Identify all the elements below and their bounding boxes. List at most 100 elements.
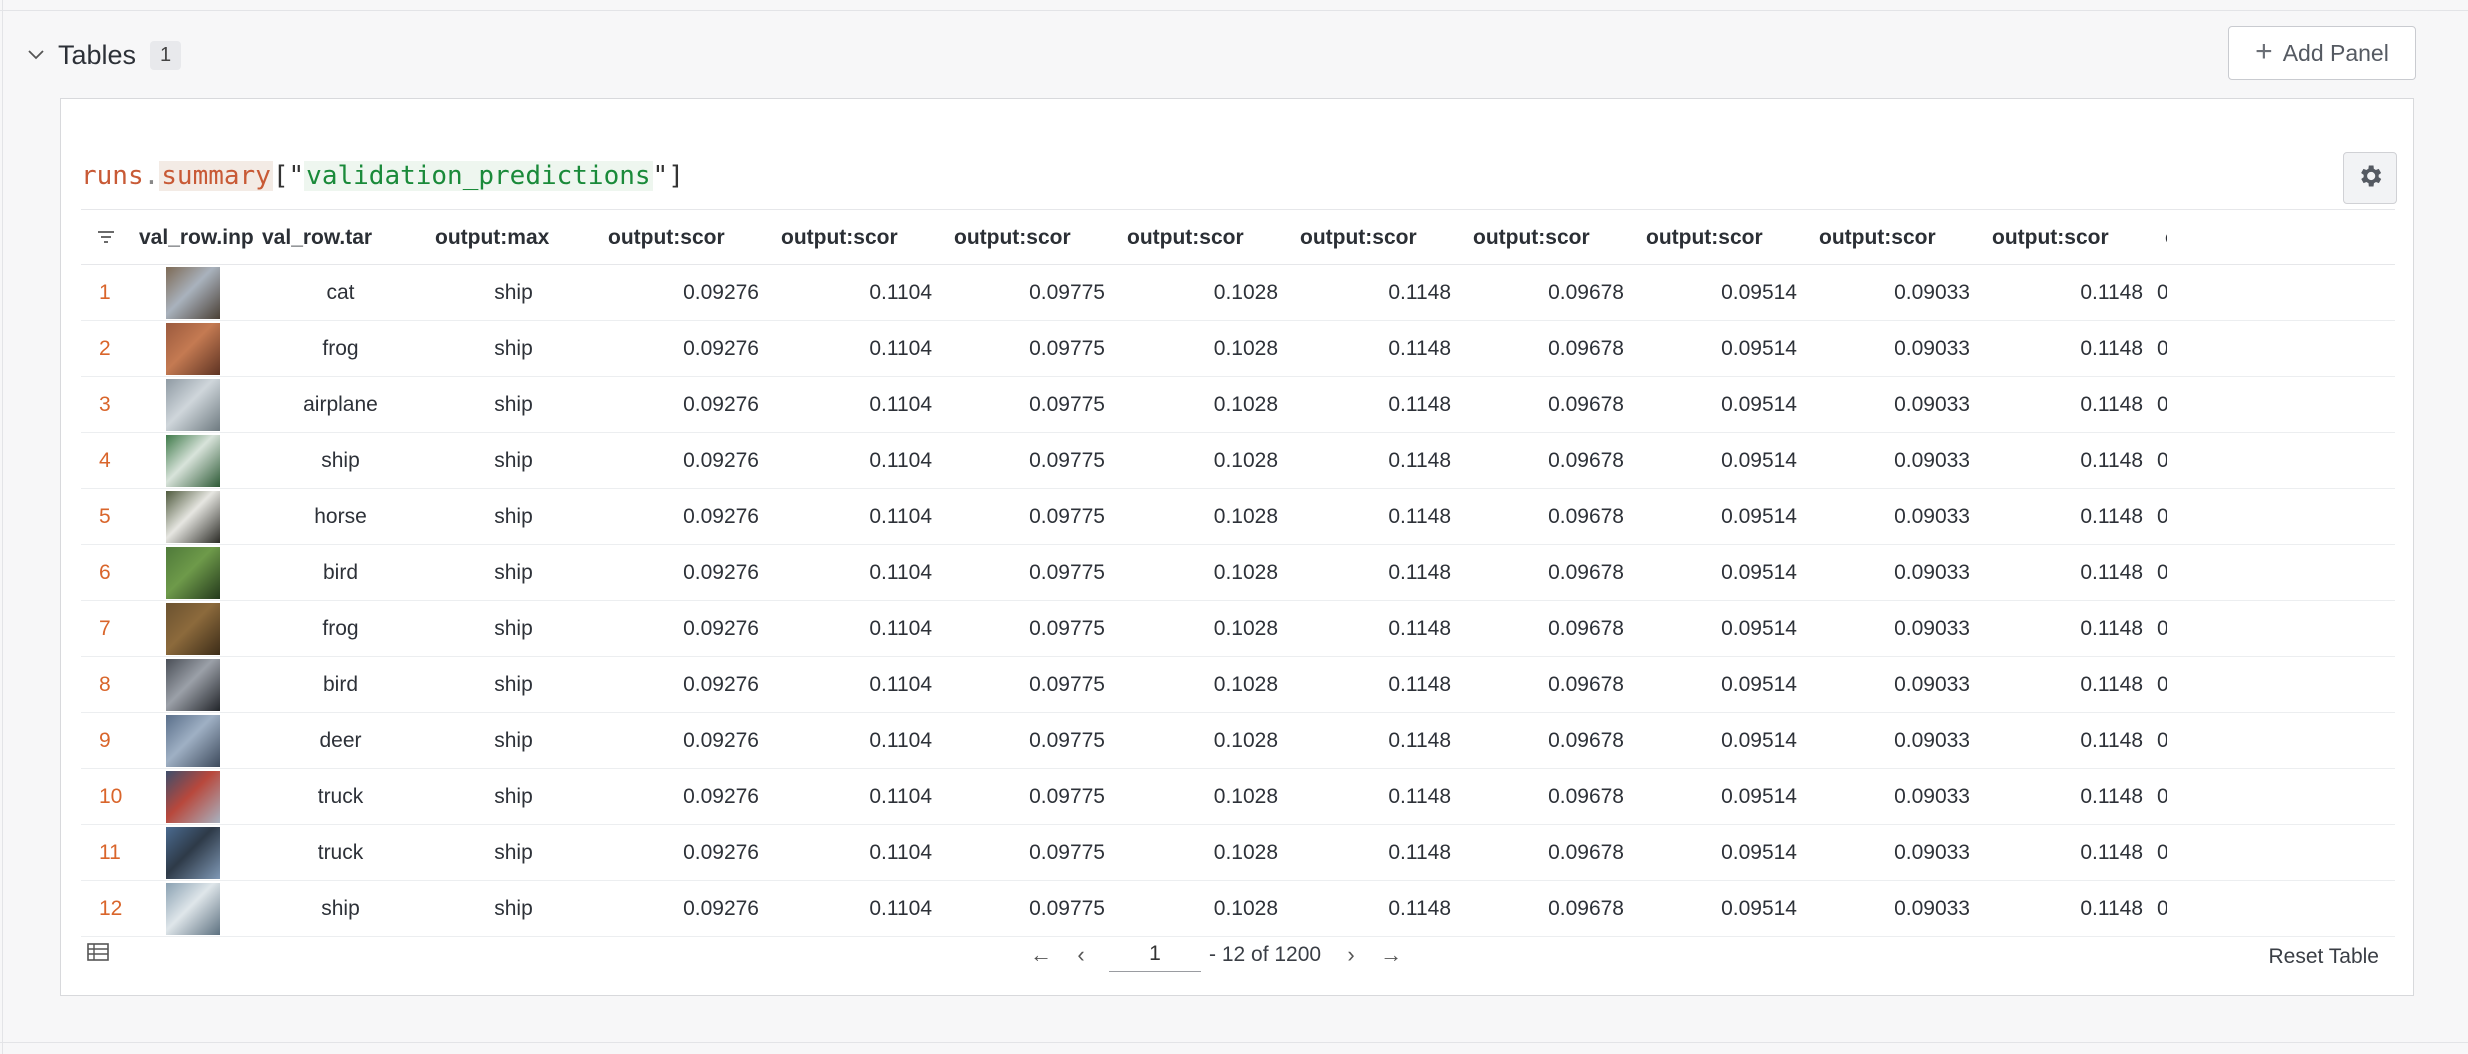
table-row[interactable]: 1 cat ship 0.09276 0.1104 0.09775 0.1028 0.1148… — [81, 264, 2395, 321]
input-image-cell[interactable] — [131, 544, 254, 601]
score-cell: 0.09514 — [1638, 768, 1811, 825]
table-row[interactable]: 4 ship ship 0.09276 0.1104 0.09775 0.1028 0.114… — [81, 432, 2395, 489]
column-header-target[interactable]: val_row.tar — [254, 211, 427, 265]
chevron-down-icon[interactable] — [28, 47, 44, 63]
row-index[interactable]: 2 — [81, 320, 131, 377]
column-header-score[interactable]: output:scor — [1465, 211, 1638, 265]
input-image-cell[interactable] — [131, 488, 254, 545]
score-cell: 0.09514 — [1638, 656, 1811, 713]
column-header-score[interactable]: output:scor — [1119, 211, 1292, 265]
column-header-score[interactable]: output:scor — [1292, 211, 1465, 265]
input-image-cell[interactable] — [131, 432, 254, 489]
prev-page-button[interactable]: ‹ — [1061, 942, 1101, 968]
input-image-cell[interactable] — [131, 824, 254, 881]
input-thumbnail[interactable] — [165, 490, 220, 543]
next-page-button[interactable]: › — [1331, 942, 1371, 968]
row-index[interactable]: 5 — [81, 488, 131, 545]
score-cell: 0.09033 — [1811, 432, 1984, 489]
row-index[interactable]: 4 — [81, 432, 131, 489]
sort-menu-button[interactable] — [81, 211, 131, 265]
row-index[interactable]: 6 — [81, 544, 131, 601]
row-index[interactable]: 7 — [81, 600, 131, 657]
reset-table-button[interactable]: Reset Table — [2268, 945, 2379, 969]
table-row[interactable]: 2 frog ship 0.09276 0.1104 0.09775 0.1028 0.114… — [81, 320, 2395, 377]
last-page-button[interactable]: → — [1371, 942, 1411, 968]
table-row[interactable]: 9 deer ship 0.09276 0.1104 0.09775 0.1028 0.114… — [81, 712, 2395, 769]
table-view-icon[interactable] — [87, 943, 109, 966]
table-row[interactable]: 6 bird ship 0.09276 0.1104 0.09775 0.1028 0.114… — [81, 544, 2395, 601]
table-row[interactable]: 7 frog ship 0.09276 0.1104 0.09775 0.1028 0.114… — [81, 600, 2395, 657]
column-header-score[interactable]: output:scor — [1811, 211, 1984, 265]
input-thumbnail[interactable] — [165, 826, 220, 879]
input-thumbnail[interactable] — [165, 658, 220, 711]
score-cell: 0.09775 — [946, 264, 1119, 321]
input-thumbnail[interactable] — [165, 434, 220, 487]
column-header-output-max[interactable]: output:max — [427, 211, 600, 265]
input-thumbnail[interactable] — [165, 322, 220, 375]
score-cell: 0.1148 — [1292, 600, 1465, 657]
score-cell: 0.09514 — [1638, 712, 1811, 769]
predicted-label: ship — [427, 600, 600, 657]
header-spacer — [2167, 211, 2395, 265]
column-header-score[interactable]: output:scor — [2157, 211, 2167, 265]
score-cell: 0.09514 — [1638, 320, 1811, 377]
table-row[interactable]: 3 airplane ship 0.09276 0.1104 0.09775 0.1028 0… — [81, 376, 2395, 433]
score-cell: 0.09678 — [1465, 824, 1638, 881]
target-label: ship — [254, 880, 427, 937]
tables-section-header[interactable]: Tables 1 — [28, 30, 182, 80]
row-index[interactable]: 11 — [81, 824, 131, 881]
input-thumbnail[interactable] — [165, 602, 220, 655]
column-header-score[interactable]: output:scor — [946, 211, 1119, 265]
input-thumbnail[interactable] — [165, 378, 220, 431]
column-header-score[interactable]: output:scor — [1638, 211, 1811, 265]
table-row[interactable]: 8 bird ship 0.09276 0.1104 0.09775 0.1028 0.114… — [81, 656, 2395, 713]
input-image-cell[interactable] — [131, 768, 254, 825]
row-index[interactable]: 8 — [81, 656, 131, 713]
input-image-cell[interactable] — [131, 712, 254, 769]
score-cell: 0.09033 — [1811, 488, 1984, 545]
score-cell: 0.08445 — [2157, 432, 2167, 489]
score-cell: 0.08445 — [2157, 544, 2167, 601]
input-thumbnail[interactable] — [165, 882, 220, 935]
row-index[interactable]: 12 — [81, 880, 131, 937]
row-index[interactable]: 10 — [81, 768, 131, 825]
input-image-cell[interactable] — [131, 320, 254, 377]
row-index[interactable]: 9 — [81, 712, 131, 769]
panel-settings-button[interactable] — [2343, 152, 2397, 204]
score-cell: 0.1148 — [1984, 768, 2157, 825]
input-thumbnail[interactable] — [165, 546, 220, 599]
score-cell: 0.1028 — [1119, 544, 1292, 601]
row-index[interactable]: 3 — [81, 376, 131, 433]
score-cell: 0.1148 — [1292, 376, 1465, 433]
table-row[interactable]: 12 ship ship 0.09276 0.1104 0.09775 0.1028 0.11… — [81, 880, 2395, 937]
table-row[interactable]: 5 horse ship 0.09276 0.1104 0.09775 0.1028 0.11… — [81, 488, 2395, 545]
table-row[interactable]: 11 truck ship 0.09276 0.1104 0.09775 0.1028 0.1… — [81, 824, 2395, 881]
column-header-score[interactable]: output:scor — [600, 211, 773, 265]
score-cell: 0.1104 — [773, 600, 946, 657]
column-header-score[interactable]: output:scor — [1984, 211, 2157, 265]
predicted-label: ship — [427, 264, 600, 321]
row-spacer — [2167, 264, 2395, 321]
input-thumbnail[interactable] — [165, 266, 220, 319]
input-thumbnail[interactable] — [165, 770, 220, 823]
input-image-cell[interactable] — [131, 880, 254, 937]
query-expression[interactable]: runs.summary["validation_predictions"] — [81, 161, 684, 191]
sort-icon — [97, 226, 115, 249]
input-thumbnail[interactable] — [165, 714, 220, 767]
score-cell: 0.09678 — [1465, 600, 1638, 657]
input-image-cell[interactable] — [131, 600, 254, 657]
row-index[interactable]: 1 — [81, 264, 131, 321]
table-row[interactable]: 10 truck ship 0.09276 0.1104 0.09775 0.1028 0.1… — [81, 768, 2395, 825]
column-header-score[interactable]: output:scor — [773, 211, 946, 265]
table-body: 1 cat ship 0.09276 0.1104 0.09775 0.1028 0.1148… — [81, 264, 2395, 937]
first-page-button[interactable]: ← — [1021, 942, 1061, 968]
score-cell: 0.1148 — [1984, 488, 2157, 545]
input-image-cell[interactable] — [131, 656, 254, 713]
page-number-input[interactable] — [1109, 937, 1201, 972]
score-cell: 0.09276 — [600, 656, 773, 713]
column-header-input[interactable]: val_row.inp — [131, 211, 254, 265]
score-cell: 0.1148 — [1984, 656, 2157, 713]
input-image-cell[interactable] — [131, 376, 254, 433]
add-panel-button[interactable]: + Add Panel — [2228, 26, 2416, 80]
input-image-cell[interactable] — [131, 264, 254, 321]
